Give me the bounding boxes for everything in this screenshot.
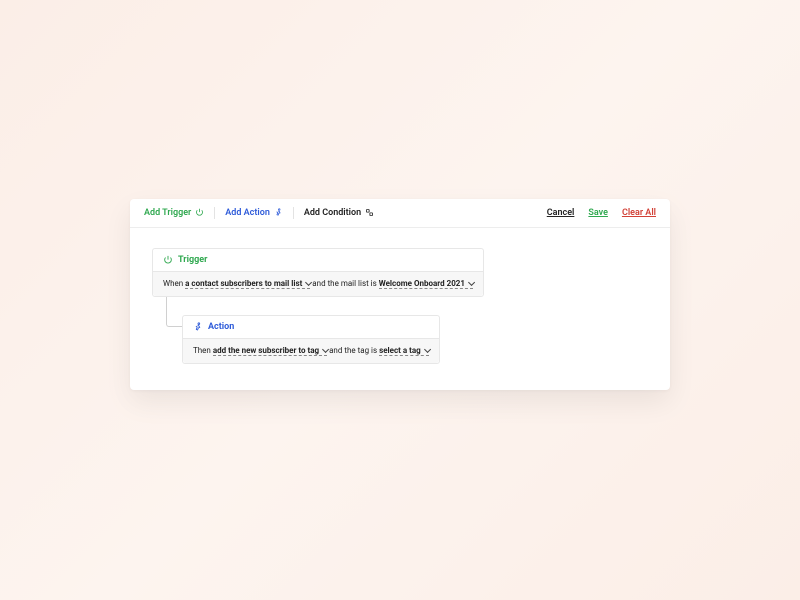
cancel-link[interactable]: Cancel — [547, 208, 575, 218]
power-icon — [163, 255, 173, 265]
power-icon — [195, 208, 204, 217]
add-condition-button[interactable]: Add Condition — [294, 208, 384, 218]
action-wrap: Action Then add the new subscriber to ta… — [182, 315, 648, 364]
action-event-select[interactable]: add the new subscriber to tag — [213, 346, 327, 356]
add-trigger-button[interactable]: Add Trigger — [144, 208, 214, 218]
action-heading: Action — [208, 322, 234, 332]
trigger-body: When a contact subscribers to mail list … — [153, 271, 483, 296]
action-event-text: add the new subscriber to tag — [213, 346, 319, 355]
automation-content: Trigger When a contact subscribers to ma… — [130, 228, 670, 390]
automation-card: Add Trigger Add Action Add Condition Can… — [130, 199, 670, 390]
running-icon — [274, 208, 283, 217]
connector-line — [166, 297, 182, 327]
add-condition-label: Add Condition — [304, 208, 361, 218]
trigger-middle: and the mail list is — [312, 279, 376, 288]
trigger-event-select[interactable]: a contact subscribers to mail list — [185, 279, 310, 289]
toolbar: Add Trigger Add Action Add Condition Can… — [130, 199, 670, 228]
action-value-select[interactable]: select a tag — [379, 346, 429, 356]
toolbar-left: Add Trigger Add Action Add Condition — [144, 207, 384, 219]
add-action-button[interactable]: Add Action — [215, 208, 293, 218]
trigger-event-text: a contact subscribers to mail list — [185, 279, 302, 288]
trigger-prefix: When — [163, 279, 183, 288]
chevron-down-icon — [424, 345, 431, 352]
running-icon — [193, 322, 203, 332]
toolbar-right: Cancel Save Clear All — [547, 208, 656, 218]
trigger-value-text: Welcome Onboard 2021 — [379, 279, 465, 288]
chevron-down-icon — [468, 278, 475, 285]
action-prefix: Then — [193, 346, 211, 355]
action-block: Action Then add the new subscriber to ta… — [182, 315, 440, 364]
action-value-text: select a tag — [379, 346, 421, 355]
action-header: Action — [183, 316, 439, 338]
add-action-label: Add Action — [225, 208, 270, 218]
add-trigger-label: Add Trigger — [144, 208, 191, 218]
action-body: Then add the new subscriber to tag and t… — [183, 338, 439, 363]
save-link[interactable]: Save — [588, 208, 608, 218]
action-middle: and the tag is — [329, 346, 377, 355]
trigger-block: Trigger When a contact subscribers to ma… — [152, 248, 484, 297]
trigger-value-select[interactable]: Welcome Onboard 2021 — [379, 279, 473, 289]
trigger-heading: Trigger — [178, 255, 207, 265]
clear-all-link[interactable]: Clear All — [622, 208, 656, 218]
condition-icon — [365, 208, 374, 217]
trigger-header: Trigger — [153, 249, 483, 271]
